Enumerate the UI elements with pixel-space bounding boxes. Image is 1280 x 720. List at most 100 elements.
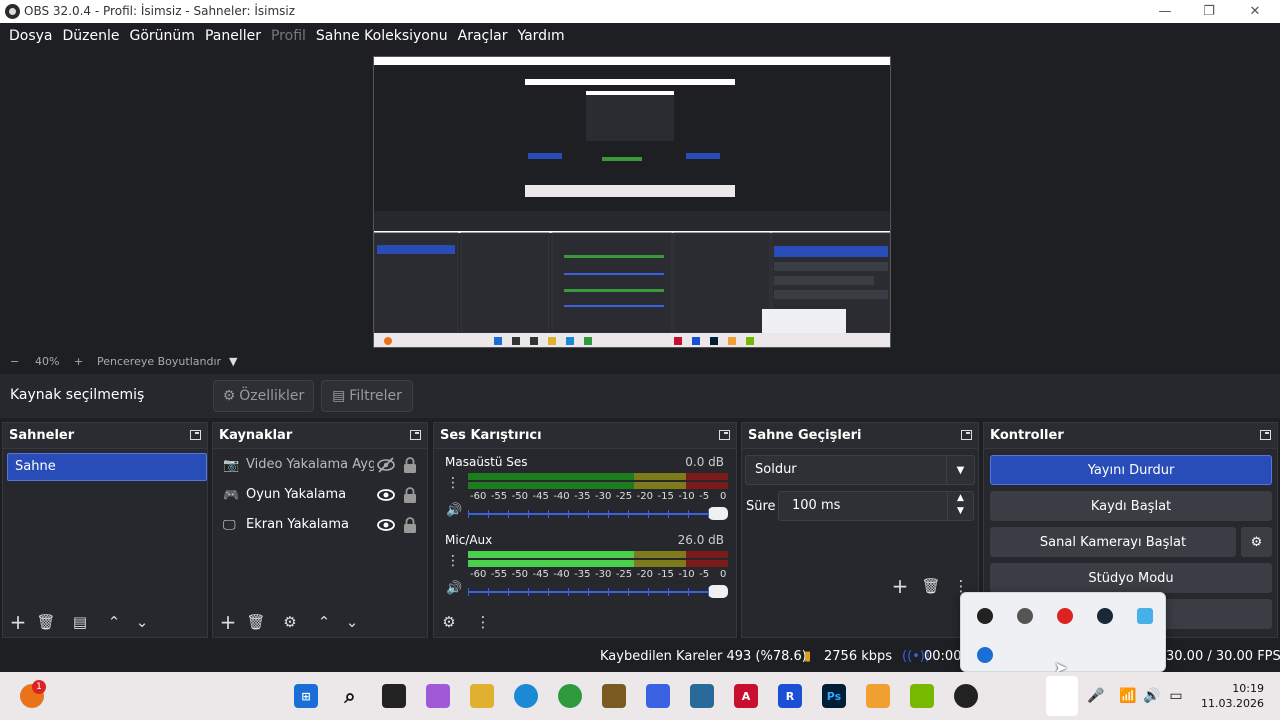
volume-slider-knob[interactable] bbox=[708, 507, 728, 520]
eye-icon[interactable] bbox=[377, 487, 395, 503]
preview-area[interactable] bbox=[0, 48, 1280, 354]
lock-icon[interactable] bbox=[403, 486, 417, 504]
autocad-icon[interactable]: A bbox=[734, 684, 758, 708]
windows-start-icon[interactable]: ⊞ bbox=[294, 684, 318, 708]
menu-duzenle[interactable]: Düzenle bbox=[58, 28, 125, 44]
volume-slider[interactable] bbox=[468, 585, 728, 598]
revit-icon[interactable]: R bbox=[778, 684, 802, 708]
studio-mode-button[interactable]: Stüdyo Modu bbox=[990, 563, 1272, 593]
app-tray-icon[interactable] bbox=[1017, 608, 1033, 624]
steam-icon[interactable] bbox=[1097, 608, 1113, 624]
spin-arrows-icon[interactable]: ▲ ▼ bbox=[947, 492, 973, 520]
eye-icon[interactable] bbox=[377, 517, 395, 533]
edge-icon[interactable] bbox=[514, 684, 538, 708]
wifi-icon[interactable]: 📶 bbox=[1116, 684, 1140, 708]
volume-meter bbox=[468, 482, 728, 489]
photoshop-icon[interactable]: Ps bbox=[822, 684, 846, 708]
tray-overflow-button[interactable] bbox=[1046, 676, 1078, 716]
speaker-icon[interactable]: 🔊 bbox=[446, 581, 462, 596]
trash-icon[interactable]: 🗑 bbox=[246, 613, 265, 631]
shield-icon[interactable] bbox=[646, 684, 670, 708]
undock-icon[interactable] bbox=[1260, 430, 1271, 440]
clock[interactable]: 10:19 11.03.2026 bbox=[1201, 681, 1264, 711]
undock-icon[interactable] bbox=[190, 430, 201, 440]
undock-icon[interactable] bbox=[719, 430, 730, 440]
source-item-game[interactable]: 🎮 Oyun Yakalama bbox=[221, 483, 427, 509]
chevron-down-icon[interactable]: ▼ bbox=[946, 456, 974, 484]
zoom-out-button[interactable]: − bbox=[10, 355, 19, 368]
app-icon[interactable] bbox=[602, 684, 626, 708]
menu-profil[interactable]: Profil bbox=[266, 28, 311, 44]
obs-taskbar-icon[interactable] bbox=[954, 684, 978, 708]
source-item-display[interactable]: 🖵 Ekran Yakalama bbox=[221, 513, 427, 539]
nvidia-icon[interactable] bbox=[910, 684, 934, 708]
search-icon[interactable]: ⌕ bbox=[338, 684, 362, 708]
duration-spinbox[interactable]: 100 ms ▲ ▼ bbox=[778, 491, 974, 521]
add-source-icon[interactable]: + bbox=[219, 610, 237, 634]
volume-icon[interactable]: 🔊 bbox=[1140, 684, 1164, 708]
move-up-icon[interactable]: ⌃ bbox=[105, 613, 123, 631]
maximize-button[interactable]: ❐ bbox=[1186, 0, 1232, 23]
menu-yardim[interactable]: Yardım bbox=[512, 28, 569, 44]
eye-hidden-icon[interactable] bbox=[377, 457, 395, 473]
red-app-tray-icon[interactable] bbox=[1057, 608, 1073, 624]
lock-icon[interactable] bbox=[403, 516, 417, 534]
stop-stream-button[interactable]: Yayını Durdur bbox=[990, 455, 1272, 485]
obs-tray-icon[interactable] bbox=[977, 608, 993, 624]
battery-icon[interactable]: ▭ bbox=[1164, 684, 1188, 708]
scene-item[interactable]: Sahne bbox=[7, 453, 207, 481]
audio-mixer-dock: Ses Karıştırıcı Masaüstü Ses 0.0 dB ⋮ -6… bbox=[433, 422, 737, 638]
source-item-video[interactable]: 📷 Video Yakalama Aygı bbox=[221, 453, 427, 479]
speaker-icon[interactable]: 🔊 bbox=[446, 503, 462, 518]
menu-dosya[interactable]: Dosya bbox=[4, 28, 58, 44]
transition-select[interactable]: Soldur ▼ bbox=[745, 455, 975, 485]
move-down-icon[interactable]: ⌄ bbox=[343, 613, 361, 631]
meter-tick-label: -25 bbox=[615, 491, 633, 502]
move-down-icon[interactable]: ⌄ bbox=[133, 613, 151, 631]
menu-sahne-koleksiyonu[interactable]: Sahne Koleksiyonu bbox=[311, 28, 453, 44]
bluetooth-icon[interactable] bbox=[977, 647, 993, 663]
close-button[interactable]: ✕ bbox=[1232, 0, 1278, 23]
undock-icon[interactable] bbox=[961, 430, 972, 440]
preview-canvas[interactable] bbox=[373, 56, 891, 348]
file-explorer-icon[interactable] bbox=[470, 684, 494, 708]
task-view-icon[interactable] bbox=[382, 684, 406, 708]
virtual-camera-button[interactable]: Sanal Kamerayı Başlat bbox=[990, 527, 1236, 557]
add-transition-icon[interactable]: + bbox=[891, 574, 909, 598]
gear-icon[interactable]: ⚙ bbox=[1241, 527, 1272, 557]
volume-slider[interactable] bbox=[468, 507, 728, 520]
meter-tick-label: -15 bbox=[657, 491, 674, 502]
menu-araclar[interactable]: Araçlar bbox=[453, 28, 513, 44]
microphone-icon[interactable]: 🎤 bbox=[1084, 684, 1108, 708]
zoom-dropdown-icon[interactable]: ▼ bbox=[229, 355, 237, 368]
undock-icon[interactable] bbox=[410, 430, 421, 440]
scene-filters-icon[interactable]: ▤ bbox=[71, 613, 89, 631]
volume-meter bbox=[468, 551, 728, 558]
cloud-app-icon[interactable] bbox=[1137, 608, 1153, 624]
zoom-in-button[interactable]: + bbox=[74, 355, 83, 368]
mixer-footer: ⚙ ⋮ bbox=[434, 605, 736, 637]
move-up-icon[interactable]: ⌃ bbox=[315, 613, 333, 631]
kebab-menu-icon[interactable]: ⋮ bbox=[474, 613, 492, 631]
trash-icon[interactable]: 🗑 bbox=[921, 577, 940, 595]
lock-icon[interactable] bbox=[403, 456, 417, 474]
trash-icon[interactable]: 🗑 bbox=[36, 613, 55, 631]
start-record-button[interactable]: Kaydı Başlat bbox=[990, 491, 1272, 521]
menu-gorunum[interactable]: Görünüm bbox=[125, 28, 200, 44]
filters-button[interactable]: ▤ Filtreler bbox=[321, 380, 413, 412]
minimize-button[interactable]: — bbox=[1142, 0, 1188, 23]
zoom-fit-label[interactable]: Pencereye Boyutlandır bbox=[97, 355, 221, 368]
chrome-icon[interactable] bbox=[558, 684, 582, 708]
menu-paneller[interactable]: Paneller bbox=[200, 28, 266, 44]
kebab-menu-icon[interactable]: ⋮ bbox=[446, 553, 460, 569]
properties-button[interactable]: ⚙ Özellikler bbox=[213, 380, 314, 412]
advanced-audio-icon[interactable]: ⚙ bbox=[440, 613, 458, 631]
volume-slider-knob[interactable] bbox=[708, 585, 728, 598]
network-app-icon[interactable] bbox=[690, 684, 714, 708]
kebab-menu-icon[interactable]: ⋮ bbox=[446, 475, 460, 491]
sublime-icon[interactable] bbox=[866, 684, 890, 708]
add-scene-icon[interactable]: + bbox=[9, 610, 27, 634]
gear-icon[interactable]: ⚙ bbox=[281, 613, 299, 631]
transitions-footer: + 🗑 ⋮ bbox=[742, 574, 978, 637]
copilot-icon[interactable] bbox=[426, 684, 450, 708]
